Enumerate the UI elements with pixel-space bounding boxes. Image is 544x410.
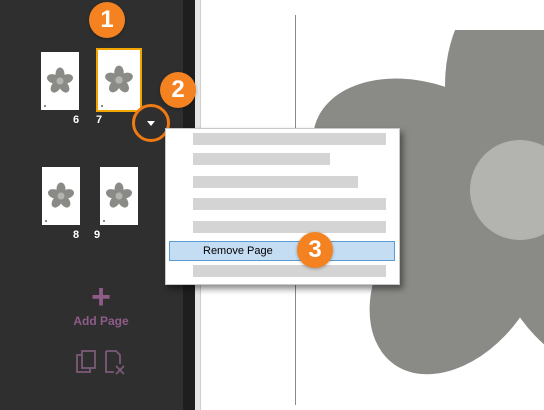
callout-badge-2: 2 — [160, 72, 196, 108]
menu-item-placeholder[interactable] — [193, 221, 386, 233]
menu-item-placeholder[interactable] — [193, 153, 330, 165]
page-number-9: 9 — [94, 229, 101, 241]
add-page-button[interactable]: + Add Page — [64, 278, 138, 328]
flower-icon — [47, 67, 73, 93]
callout-badge-1: 1 — [89, 2, 125, 38]
page-marker — [103, 220, 105, 222]
flower-icon — [48, 182, 74, 208]
page-thumbnail-8[interactable] — [42, 167, 80, 225]
plus-icon: + — [91, 278, 111, 316]
flower-icon — [105, 65, 133, 93]
callout-badge-3: 3 — [297, 232, 333, 268]
menu-item-placeholder[interactable] — [193, 176, 358, 188]
page-marker — [44, 105, 46, 107]
flower-icon — [106, 182, 132, 208]
delete-page-icon[interactable] — [104, 350, 126, 376]
page-marker — [101, 105, 103, 107]
remove-page-menu-item[interactable]: Remove Page — [169, 241, 395, 261]
page-number-6: 6 — [73, 114, 80, 126]
menu-item-placeholder[interactable] — [193, 133, 386, 145]
menu-item-placeholder[interactable] — [193, 198, 386, 210]
remove-page-label: Remove Page — [203, 245, 273, 257]
page-number-8: 8 — [73, 229, 80, 241]
page-thumbnail-7[interactable] — [96, 48, 142, 112]
copy-page-icon[interactable] — [76, 350, 98, 376]
page-thumbnail-9[interactable] — [100, 167, 138, 225]
page-marker — [45, 220, 47, 222]
page-number-7: 7 — [96, 114, 103, 126]
menu-item-placeholder[interactable] — [193, 265, 386, 277]
dropdown-caret-icon — [147, 120, 155, 126]
page-thumbnail-6[interactable] — [41, 52, 79, 110]
page-context-menu: Remove Page — [165, 128, 400, 285]
page-sidebar: 6 7 8 9 + Add Page — [0, 0, 183, 410]
add-page-label: Add Page — [73, 314, 129, 328]
